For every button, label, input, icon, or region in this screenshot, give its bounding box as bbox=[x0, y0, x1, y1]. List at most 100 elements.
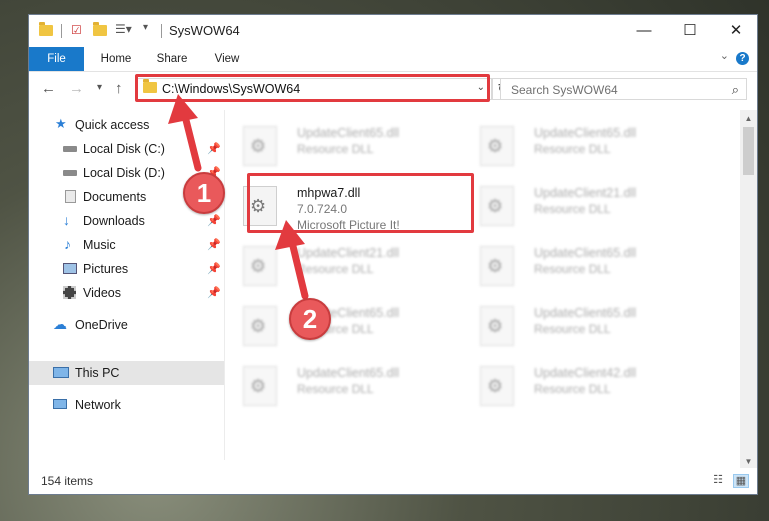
file-description: Resource DLL bbox=[297, 382, 374, 396]
sidebar-item-downloads[interactable]: ↓ Downloads 📌 bbox=[29, 209, 224, 233]
window-title: SysWOW64 bbox=[169, 23, 240, 38]
star-icon: ★ bbox=[55, 116, 67, 131]
list-item[interactable]: ⚙ UpdateClient65.dll Resource DLL bbox=[462, 300, 687, 352]
sidebar-item-label: Local Disk (D:) bbox=[83, 166, 165, 180]
ribbon-tabs: File Home Share View ⌄ ? bbox=[29, 47, 757, 72]
sidebar-item-local-disk-c[interactable]: Local Disk (C:) 📌 bbox=[29, 137, 224, 161]
sidebar-item-onedrive[interactable]: ☁ OneDrive bbox=[29, 313, 224, 337]
properties-icon[interactable]: ☑ bbox=[71, 23, 87, 39]
sidebar-item-label: Quick access bbox=[75, 118, 150, 132]
customize-icon[interactable]: ☰▾ bbox=[115, 22, 132, 38]
drive-icon bbox=[63, 170, 77, 176]
dll-file-icon: ⚙ bbox=[243, 246, 277, 286]
tab-home[interactable]: Home bbox=[91, 47, 141, 71]
sidebar-item-network[interactable]: Network bbox=[29, 393, 224, 417]
tab-share[interactable]: Share bbox=[149, 47, 195, 71]
list-item[interactable]: ⚙ UpdateClient42.dll Resource DLL bbox=[462, 360, 687, 412]
close-button[interactable]: ✕ bbox=[713, 15, 757, 47]
chevron-down-icon[interactable]: ⌄ bbox=[720, 49, 729, 62]
maximize-button[interactable]: ☐ bbox=[667, 15, 713, 47]
file-name: UpdateClient65.dll bbox=[534, 246, 637, 260]
pin-icon[interactable]: 📌 bbox=[207, 257, 221, 281]
music-icon: ♪ bbox=[64, 236, 71, 252]
up-arrow-icon[interactable]: ↑ bbox=[115, 80, 123, 97]
file-name: UpdateClient65.dll bbox=[534, 306, 637, 320]
dll-file-icon: ⚙ bbox=[480, 366, 514, 406]
chevron-down-icon[interactable]: ▾ bbox=[143, 22, 159, 38]
file-name: UpdateClient21.dll bbox=[297, 246, 400, 260]
help-icon[interactable]: ? bbox=[736, 52, 749, 65]
pin-icon[interactable]: 📌 bbox=[207, 233, 221, 257]
sidebar-item-label: Videos bbox=[83, 286, 121, 300]
list-item[interactable]: ⚙ UpdateClient21.dll Resource DLL bbox=[462, 180, 687, 232]
list-item[interactable]: ⚙ UpdateClient65.dll Resource DLL bbox=[225, 120, 450, 172]
sidebar-item-this-pc[interactable]: This PC bbox=[29, 361, 224, 385]
scroll-up-icon[interactable]: ▲ bbox=[740, 110, 757, 127]
file-list: ⚙ UpdateClient65.dll Resource DLL ⚙ mhpw… bbox=[225, 110, 739, 466]
file-highlight bbox=[247, 173, 474, 233]
file-name: UpdateClient42.dll bbox=[534, 366, 637, 380]
new-folder-icon[interactable] bbox=[93, 22, 109, 38]
sidebar-item-pictures[interactable]: Pictures 📌 bbox=[29, 257, 224, 281]
minimize-button[interactable]: — bbox=[621, 15, 667, 47]
back-arrow-icon[interactable]: ← bbox=[41, 80, 56, 97]
navigation-pane: ★ Quick access Local Disk (C:) 📌 Local D… bbox=[29, 110, 224, 470]
dll-file-icon: ⚙ bbox=[480, 126, 514, 166]
file-description: Resource DLL bbox=[534, 382, 611, 396]
sidebar-item-label: Pictures bbox=[83, 262, 129, 276]
list-item[interactable]: ⚙ UpdateClient65.dll Resource DLL bbox=[225, 300, 450, 352]
item-count: 154 items bbox=[41, 474, 94, 488]
divider bbox=[161, 24, 162, 38]
sidebar-item-label: Downloads bbox=[83, 214, 145, 228]
list-item[interactable]: ⚙ UpdateClient21.dll Resource DLL bbox=[225, 240, 450, 292]
forward-arrow-icon[interactable]: → bbox=[69, 80, 84, 97]
address-bar-highlight bbox=[135, 74, 490, 102]
cloud-icon: ☁ bbox=[53, 316, 67, 332]
videos-icon bbox=[63, 286, 76, 299]
tab-file[interactable]: File bbox=[29, 47, 84, 71]
title-bar: ☑ ☰▾ ▾ SysWOW64 — ☐ ✕ bbox=[29, 15, 757, 47]
pictures-icon bbox=[63, 263, 77, 274]
search-icon[interactable]: ⌕ bbox=[732, 82, 739, 98]
dll-file-icon: ⚙ bbox=[480, 306, 514, 346]
status-bar: 154 items ☷ ▦ bbox=[29, 468, 757, 494]
documents-icon bbox=[65, 190, 76, 203]
list-item[interactable]: ⚙ UpdateClient65.dll Resource DLL bbox=[462, 120, 687, 172]
network-icon bbox=[53, 399, 67, 409]
drive-icon bbox=[63, 146, 77, 152]
vertical-scrollbar[interactable]: ▲ ▼ bbox=[740, 110, 757, 470]
file-description: Resource DLL bbox=[534, 262, 611, 276]
sidebar-item-quick-access[interactable]: ★ Quick access bbox=[29, 113, 224, 137]
file-description: Resource DLL bbox=[297, 142, 374, 156]
pin-icon[interactable]: 📌 bbox=[207, 281, 221, 305]
pin-icon[interactable]: 📌 bbox=[207, 137, 221, 161]
file-description: Resource DLL bbox=[297, 262, 374, 276]
file-name: UpdateClient65.dll bbox=[534, 126, 637, 140]
dll-file-icon: ⚙ bbox=[243, 126, 277, 166]
sidebar-item-label: This PC bbox=[75, 366, 120, 380]
sidebar-item-label: OneDrive bbox=[75, 318, 128, 332]
tiles-view-icon[interactable]: ▦ bbox=[733, 474, 749, 488]
sidebar-item-label: Music bbox=[83, 238, 116, 252]
dll-file-icon: ⚙ bbox=[243, 306, 277, 346]
scrollbar-thumb[interactable] bbox=[743, 127, 754, 175]
dll-file-icon: ⚙ bbox=[480, 246, 514, 286]
tab-view[interactable]: View bbox=[205, 47, 249, 71]
dll-file-icon: ⚙ bbox=[243, 366, 277, 406]
search-input[interactable]: Search SysWOW64 ⌕ bbox=[500, 78, 747, 100]
details-view-icon[interactable]: ☷ bbox=[711, 474, 725, 486]
download-icon: ↓ bbox=[63, 212, 70, 228]
sidebar-item-music[interactable]: ♪ Music 📌 bbox=[29, 233, 224, 257]
list-item[interactable]: ⚙ UpdateClient65.dll Resource DLL bbox=[225, 360, 450, 412]
sidebar-item-label: Network bbox=[75, 398, 121, 412]
sidebar-item-videos[interactable]: Videos 📌 bbox=[29, 281, 224, 305]
file-name: UpdateClient65.dll bbox=[297, 366, 400, 380]
chevron-down-icon[interactable]: ▾ bbox=[97, 82, 102, 93]
file-name: UpdateClient21.dll bbox=[534, 186, 637, 200]
divider bbox=[61, 24, 62, 38]
file-description: Resource DLL bbox=[534, 322, 611, 336]
dll-file-icon: ⚙ bbox=[480, 186, 514, 226]
sidebar-item-label: Local Disk (C:) bbox=[83, 142, 165, 156]
step-2-badge: 2 bbox=[289, 298, 331, 340]
list-item[interactable]: ⚙ UpdateClient65.dll Resource DLL bbox=[462, 240, 687, 292]
